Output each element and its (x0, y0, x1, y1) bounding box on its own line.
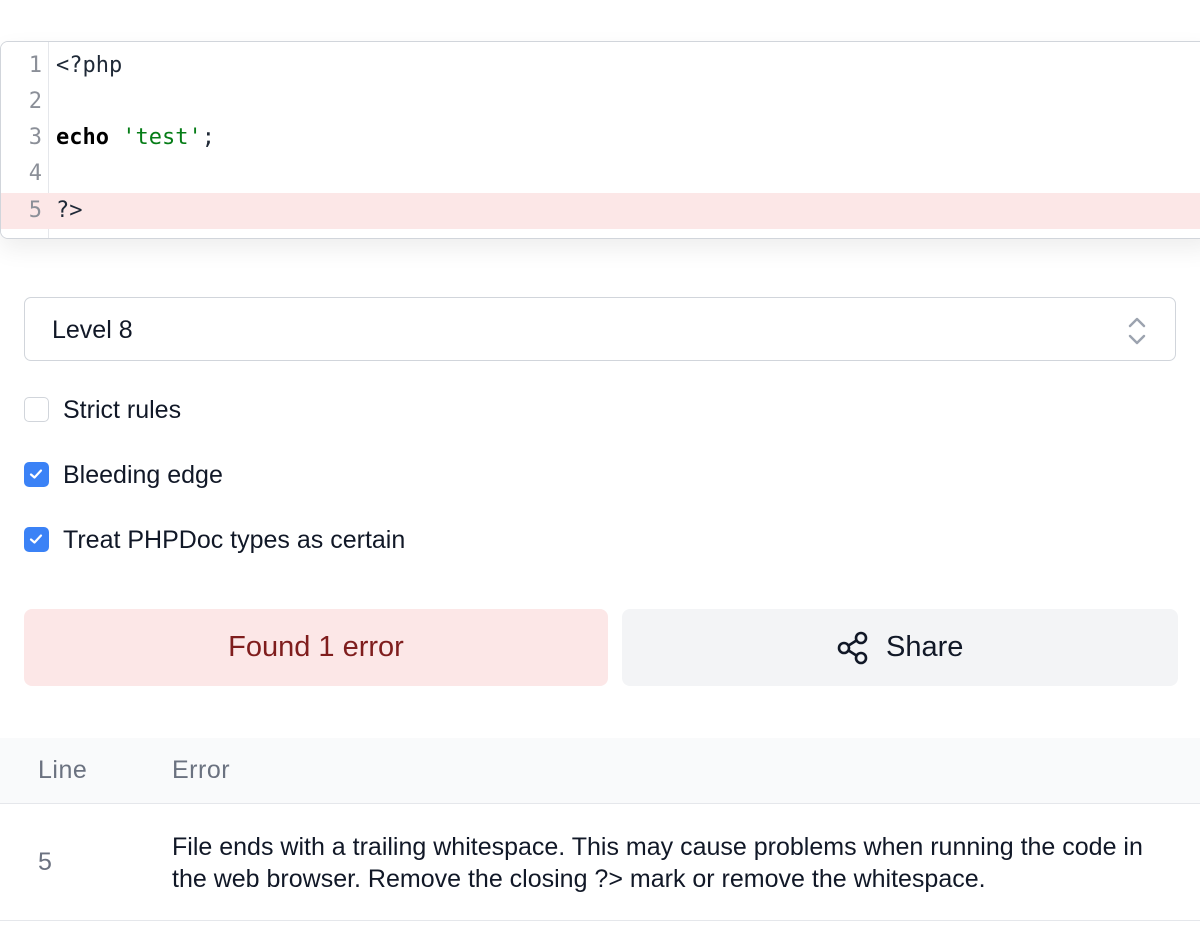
chevron-up-down-icon (1128, 317, 1146, 345)
code-text[interactable]: ?> (56, 193, 83, 229)
line-number: 4 (28, 161, 42, 186)
column-header-line: Line (38, 756, 88, 784)
error-message: File ends with a trailing whitespace. Th… (172, 833, 1143, 893)
code-line-4[interactable]: 4 (1, 156, 1200, 192)
code-text[interactable]: echo 'test'; (56, 120, 215, 156)
found-errors-button[interactable]: Found 1 error (24, 609, 608, 686)
punctuation-token: ; (201, 125, 215, 150)
bleeding-edge-checkbox[interactable] (24, 462, 49, 487)
keyword-token: echo (56, 125, 109, 150)
phpdoc-certain-checkbox[interactable] (24, 527, 49, 552)
bleeding-edge-label[interactable]: Bleeding edge (63, 459, 223, 491)
check-icon (29, 469, 43, 479)
errors-table-header: Line Error (0, 738, 1200, 804)
error-line-number: 5 (38, 848, 52, 876)
string-token: 'test' (122, 125, 202, 150)
line-number: 5 (28, 198, 42, 223)
line-number: 3 (28, 125, 42, 150)
code-line-2[interactable]: 2 (1, 84, 1200, 120)
line-number: 1 (28, 53, 42, 78)
check-icon (29, 534, 43, 544)
level-select[interactable]: Level 8 (24, 297, 1176, 361)
table-row: 5 File ends with a trailing whitespace. … (0, 804, 1200, 921)
share-label: Share (886, 631, 964, 663)
strict-rules-label[interactable]: Strict rules (63, 394, 181, 426)
line-number: 2 (28, 89, 42, 114)
code-line-5-error-highlight[interactable]: 5 ?> (1, 193, 1200, 229)
code-line-3[interactable]: 3 echo 'test'; (1, 120, 1200, 156)
strict-rules-checkbox[interactable] (24, 397, 49, 422)
share-button[interactable]: Share (622, 609, 1178, 686)
level-select-value: Level 8 (52, 316, 133, 344)
column-header-error: Error (172, 756, 231, 784)
share-icon (837, 631, 868, 665)
code-text[interactable]: <?php (56, 48, 122, 84)
phpdoc-certain-label[interactable]: Treat PHPDoc types as certain (63, 524, 405, 556)
code-line-1[interactable]: 1 <?php (1, 48, 1200, 84)
code-editor[interactable]: 1 <?php 2 3 echo 'test'; 4 5 ?> (0, 41, 1200, 239)
